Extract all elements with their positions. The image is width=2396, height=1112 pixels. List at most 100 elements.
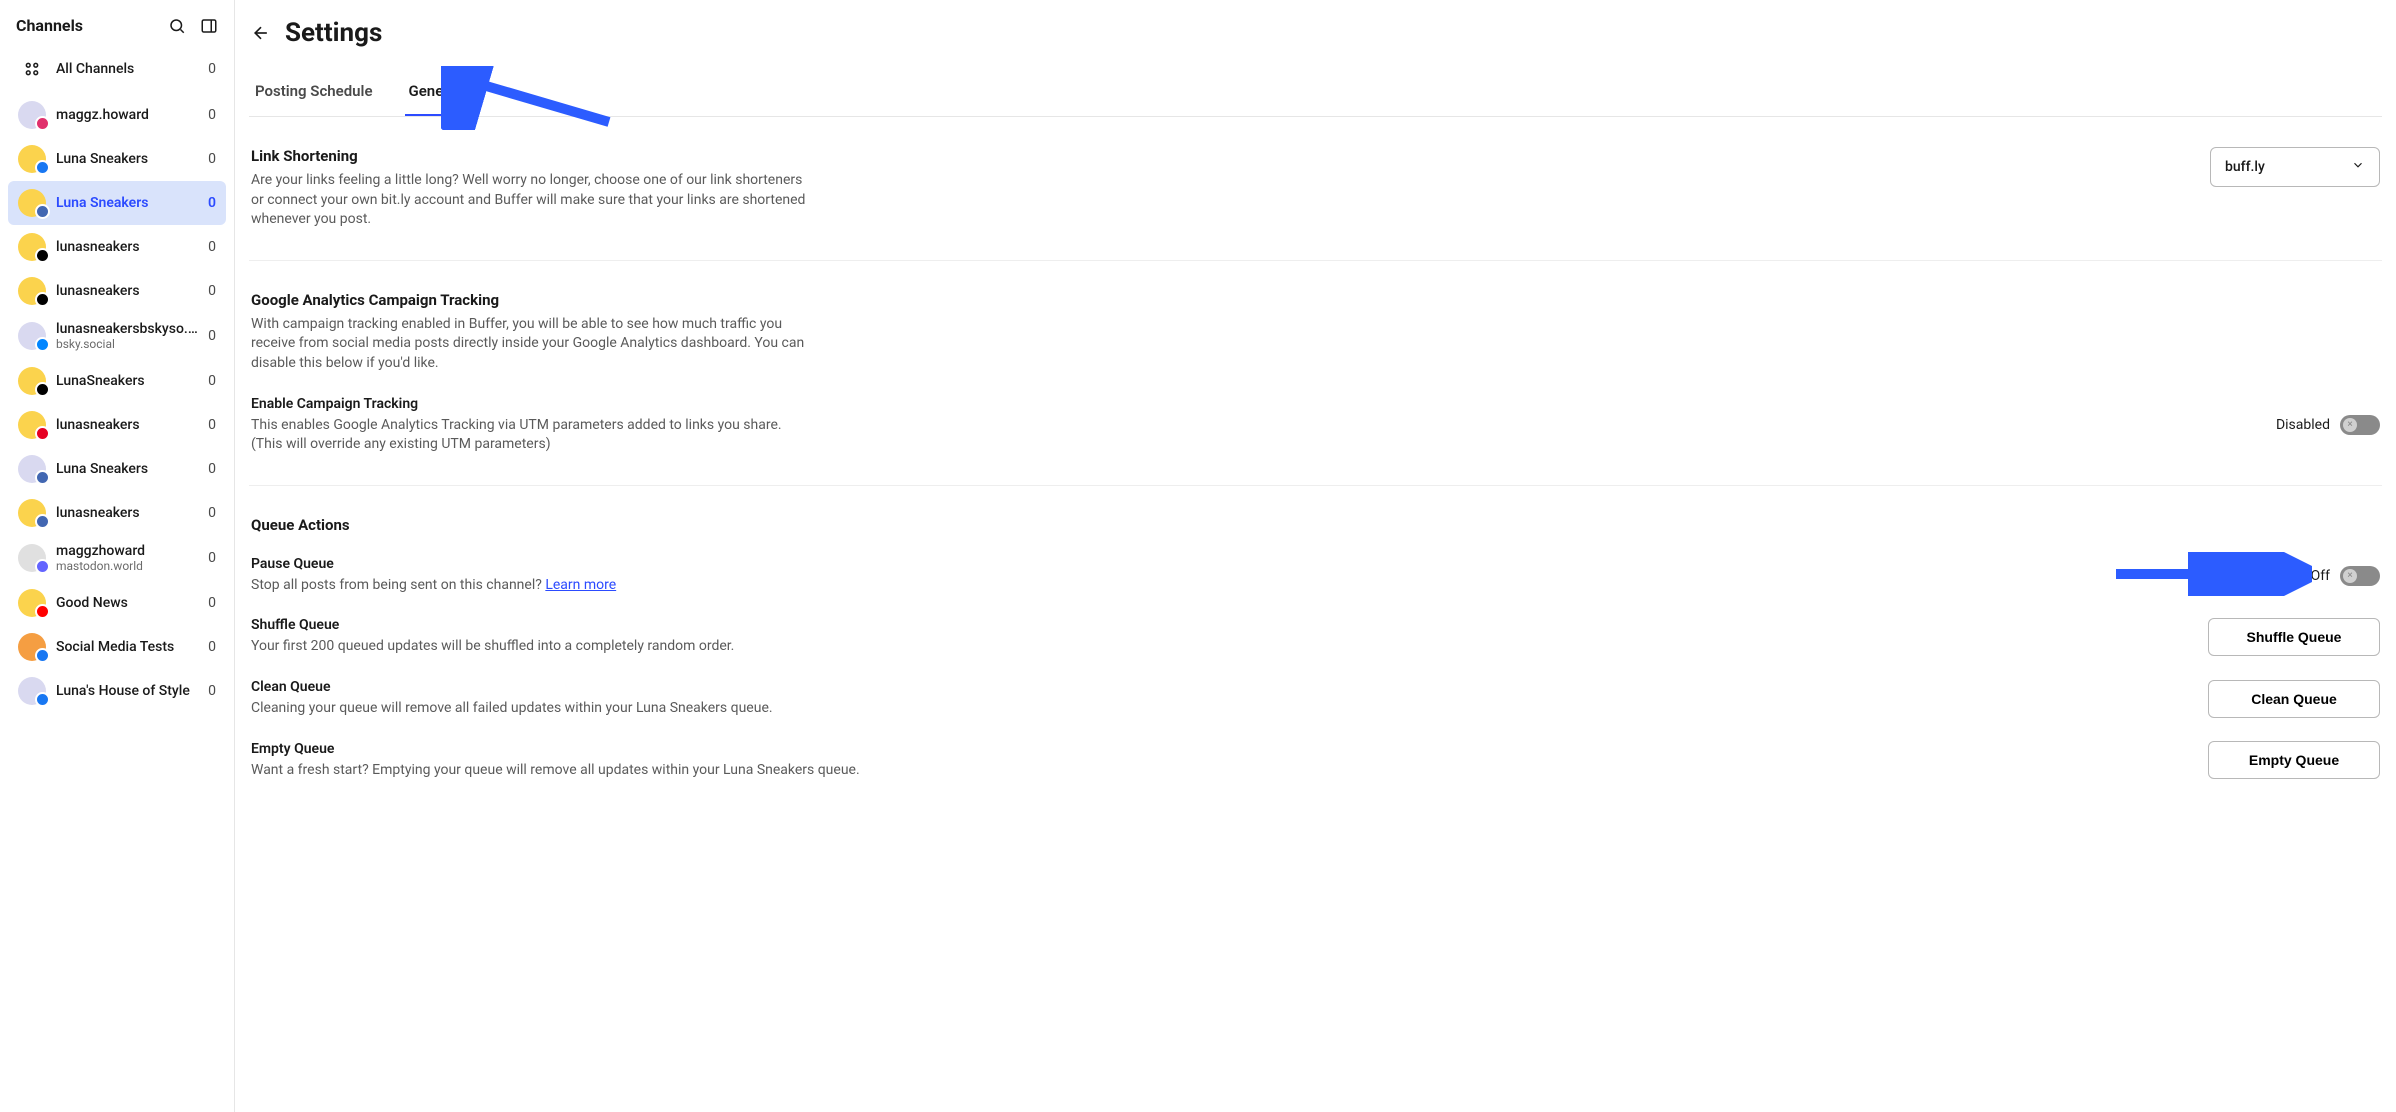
channel-count: 0: [208, 505, 216, 521]
network-badge-icon: [35, 692, 50, 707]
avatar: [18, 633, 46, 661]
section-title: Google Analytics Campaign Tracking: [251, 291, 811, 309]
network-badge-icon: [35, 116, 50, 131]
sidebar-item-channel[interactable]: maggz.howard0: [8, 93, 226, 137]
channel-sub: mastodon.world: [56, 559, 198, 573]
collapse-sidebar-icon[interactable]: [200, 17, 218, 35]
channel-count: 0: [208, 595, 216, 611]
search-icon[interactable]: [168, 17, 186, 35]
clean-queue-button[interactable]: Clean Queue: [2208, 680, 2380, 718]
avatar: [18, 322, 46, 350]
sidebar-item-channel[interactable]: lunasneakers0: [8, 225, 226, 269]
network-badge-icon: [35, 604, 50, 619]
sidebar-item-channel[interactable]: Social Media Tests 0: [8, 625, 226, 669]
back-icon[interactable]: [251, 23, 271, 43]
grid-icon: [18, 55, 46, 83]
network-badge-icon: [35, 470, 50, 485]
network-badge-icon: [35, 514, 50, 529]
avatar: [18, 101, 46, 129]
channel-count: 0: [208, 417, 216, 433]
sidebar-item-channel[interactable]: lunasneakers 0: [8, 403, 226, 447]
pause-title: Pause Queue: [251, 556, 616, 572]
network-badge-icon: [35, 204, 50, 219]
avatar: [18, 145, 46, 173]
avatar: [18, 189, 46, 217]
annotation-arrow-pause-toggle: [2112, 552, 2312, 596]
main-header: Settings: [249, 14, 2382, 54]
network-badge-icon: [35, 248, 50, 263]
tab-posting-schedule[interactable]: Posting Schedule: [251, 72, 377, 116]
sidebar-item-channel[interactable]: lunasneakers0: [8, 269, 226, 313]
enable-tracking-desc1: This enables Google Analytics Tracking v…: [251, 416, 782, 436]
sidebar-item-channel[interactable]: Luna Sneakers 0: [8, 137, 226, 181]
channel-count: 0: [208, 328, 216, 344]
shuffle-desc: Your first 200 queued updates will be sh…: [251, 637, 734, 657]
pause-desc-text: Stop all posts from being sent on this c…: [251, 577, 545, 593]
learn-more-link[interactable]: Learn more: [545, 577, 616, 593]
avatar: [18, 233, 46, 261]
empty-desc: Want a fresh start? Emptying your queue …: [251, 761, 860, 781]
pause-desc: Stop all posts from being sent on this c…: [251, 576, 616, 596]
channel-name: Luna Sneakers: [56, 195, 198, 211]
network-badge-icon: [35, 337, 50, 352]
dropdown-value: buff.ly: [2225, 159, 2265, 175]
channel-sub: bsky.social: [56, 337, 198, 351]
section-link-shortening: Link Shortening Are your links feeling a…: [249, 117, 2382, 261]
sidebar-item-channel[interactable]: lunasneakers 0: [8, 491, 226, 535]
enable-tracking-toggle[interactable]: [2340, 415, 2380, 435]
sidebar-item-channel[interactable]: Good News 0: [8, 581, 226, 625]
channel-count: 0: [208, 683, 216, 699]
channel-name: maggzhoward: [56, 543, 198, 559]
section-title: Link Shortening: [251, 147, 811, 165]
network-badge-icon: [35, 426, 50, 441]
shuffle-title: Shuffle Queue: [251, 617, 734, 633]
main: Settings Posting Schedule General Link S…: [235, 0, 2396, 1112]
channel-count: 0: [208, 639, 216, 655]
sidebar-title: Channels: [16, 16, 83, 35]
channel-name: Social Media Tests: [56, 639, 198, 655]
channel-name: LunaSneakers: [56, 373, 198, 389]
pause-queue-toggle[interactable]: [2340, 566, 2380, 586]
channel-name: Luna Sneakers: [56, 151, 198, 167]
toggle-state-label: Disabled: [2276, 417, 2330, 433]
channel-count: 0: [208, 283, 216, 299]
clean-title: Clean Queue: [251, 679, 773, 695]
channel-name: lunasneakers: [56, 239, 198, 255]
channel-name: Good News: [56, 595, 198, 611]
empty-queue-button[interactable]: Empty Queue: [2208, 741, 2380, 779]
avatar: [18, 367, 46, 395]
empty-title: Empty Queue: [251, 741, 860, 757]
sidebar: Channels All Channels 0: [0, 0, 235, 1112]
sidebar-item-channel[interactable]: LunaSneakers0: [8, 359, 226, 403]
sidebar-item-channel[interactable]: Luna Sneakers0: [8, 447, 226, 491]
sidebar-item-channel[interactable]: maggzhowardmastodon.world 0: [8, 535, 226, 581]
tab-general[interactable]: General: [405, 72, 465, 116]
sidebar-header: Channels: [8, 12, 226, 47]
channel-name: lunasneakers: [56, 417, 198, 433]
avatar: [18, 544, 46, 572]
channel-list: All Channels 0 maggz.howard0Luna Sneaker…: [8, 47, 226, 713]
shuffle-queue-button[interactable]: Shuffle Queue: [2208, 618, 2380, 656]
avatar: [18, 455, 46, 483]
channel-count: 0: [208, 195, 216, 211]
channel-name: lunasneakersbskyso.bsky.social: [56, 321, 198, 337]
section-title: Queue Actions: [251, 516, 2380, 534]
channel-count: 0: [208, 461, 216, 477]
channel-name: lunasneakers: [56, 505, 198, 521]
enable-tracking-desc2: (This will override any existing UTM par…: [251, 435, 782, 455]
channel-name: All Channels: [56, 61, 198, 77]
enable-tracking-title: Enable Campaign Tracking: [251, 396, 782, 412]
sidebar-item-all-channels[interactable]: All Channels 0: [8, 47, 226, 91]
sidebar-item-channel[interactable]: lunasneakersbskyso.bsky.socialbsky.socia…: [8, 313, 226, 359]
section-desc: Are your links feeling a little long? We…: [251, 171, 811, 230]
link-shortener-dropdown[interactable]: buff.ly: [2210, 147, 2380, 187]
network-badge-icon: [35, 648, 50, 663]
network-badge-icon: [35, 160, 50, 175]
sidebar-item-channel[interactable]: Luna's House of Style0: [8, 669, 226, 713]
channel-name: maggz.howard: [56, 107, 198, 123]
avatar: [18, 499, 46, 527]
sidebar-item-channel[interactable]: Luna Sneakers 0: [8, 181, 226, 225]
channel-count: 0: [208, 550, 216, 566]
toggle-state-label: Off: [2311, 568, 2330, 584]
channel-count: 0: [208, 151, 216, 167]
